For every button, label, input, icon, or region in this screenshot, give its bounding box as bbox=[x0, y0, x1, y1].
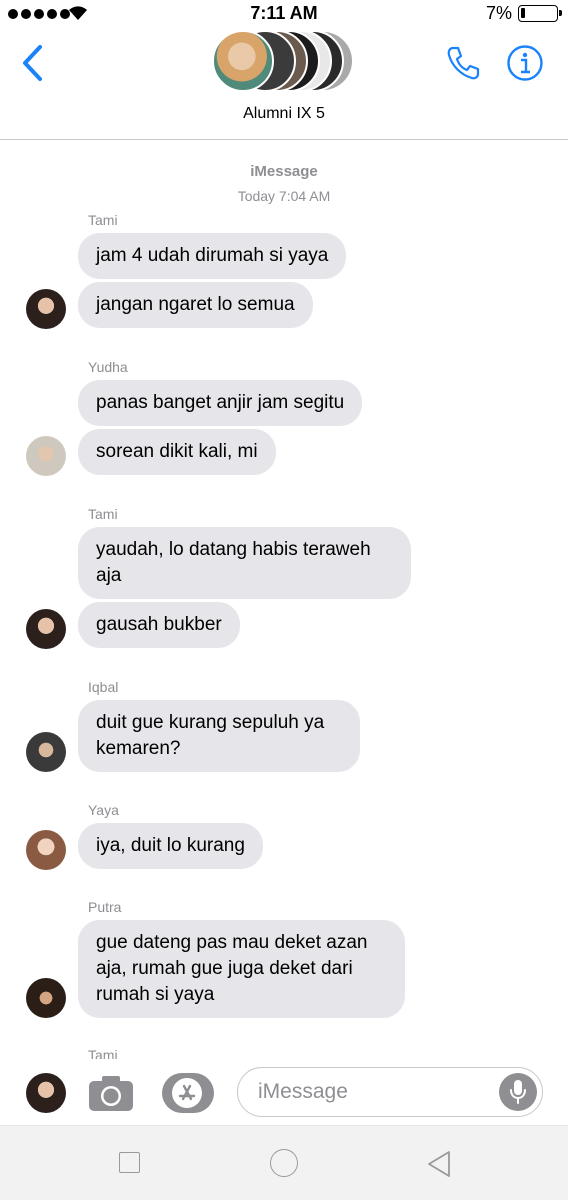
message-input[interactable] bbox=[258, 1077, 488, 1107]
message-bubble[interactable]: iya, duit lo kurang bbox=[78, 823, 263, 869]
sender-name: Tami bbox=[88, 506, 118, 522]
back-chevron-icon[interactable] bbox=[20, 44, 46, 82]
camera-icon[interactable] bbox=[88, 1074, 134, 1112]
group-name[interactable]: Alumni IX 5 bbox=[0, 105, 568, 123]
message-bubble[interactable]: sorean dikit kali, mi bbox=[78, 429, 276, 475]
message-bubble[interactable]: jam 4 udah dirumah si yaya bbox=[78, 233, 347, 279]
avatar-iqbal[interactable] bbox=[26, 732, 66, 772]
message-input-field[interactable] bbox=[237, 1067, 543, 1117]
message-bubble[interactable]: yaudah, lo datang habis teraweh aja bbox=[78, 527, 411, 599]
sender-name: Iqbal bbox=[88, 679, 119, 695]
microphone-button[interactable] bbox=[499, 1073, 537, 1111]
info-icon[interactable] bbox=[506, 44, 544, 82]
back-triangle-icon[interactable] bbox=[426, 1150, 452, 1178]
conversation-header: Alumni IX 5 bbox=[0, 28, 568, 140]
avatar-tami[interactable] bbox=[26, 289, 66, 329]
compose-bar bbox=[0, 1060, 568, 1125]
sender-name: Tami bbox=[88, 1047, 118, 1059]
phone-icon[interactable] bbox=[444, 44, 482, 82]
message-bubble[interactable]: panas banget anjir jam segitu bbox=[78, 380, 363, 426]
message-thread[interactable]: iMessage Today 7:04 AM Tami jam 4 udah d… bbox=[0, 141, 568, 1059]
message-bubble[interactable]: duit gue kurang sepuluh ya kemaren? bbox=[78, 700, 360, 772]
sender-name: Tami bbox=[88, 212, 118, 228]
message-bubble[interactable]: gausah bukber bbox=[78, 602, 240, 648]
battery-percent: 7% bbox=[485, 3, 512, 23]
app-store-icon bbox=[172, 1078, 202, 1108]
member-avatar bbox=[212, 30, 274, 92]
avatar-yudha[interactable] bbox=[26, 436, 66, 476]
status-time: 7:11 AM bbox=[250, 3, 318, 23]
home-icon[interactable] bbox=[270, 1149, 298, 1177]
my-avatar[interactable] bbox=[26, 1073, 66, 1113]
system-nav-bar bbox=[0, 1125, 568, 1200]
battery-icon bbox=[518, 5, 562, 22]
sender-name: Putra bbox=[88, 899, 122, 915]
status-bar: 7:11 AM 7% bbox=[0, 0, 568, 28]
group-avatar-stack[interactable] bbox=[212, 30, 362, 92]
sender-name: Yaya bbox=[88, 802, 119, 818]
message-bubble[interactable]: jangan ngaret lo semua bbox=[78, 282, 313, 328]
avatar-putra[interactable] bbox=[26, 978, 66, 1018]
microphone-icon bbox=[510, 1080, 526, 1104]
service-label: iMessage bbox=[250, 163, 318, 180]
recents-icon[interactable] bbox=[119, 1152, 140, 1173]
avatar-tami[interactable] bbox=[26, 609, 66, 649]
sender-name: Yudha bbox=[88, 359, 128, 375]
app-store-button[interactable] bbox=[162, 1073, 214, 1113]
message-bubble[interactable]: gue dateng pas mau deket azan aja, rumah… bbox=[78, 920, 405, 1018]
avatar-yaya[interactable] bbox=[26, 830, 66, 870]
timestamp: Today 7:04 AM bbox=[237, 188, 331, 204]
